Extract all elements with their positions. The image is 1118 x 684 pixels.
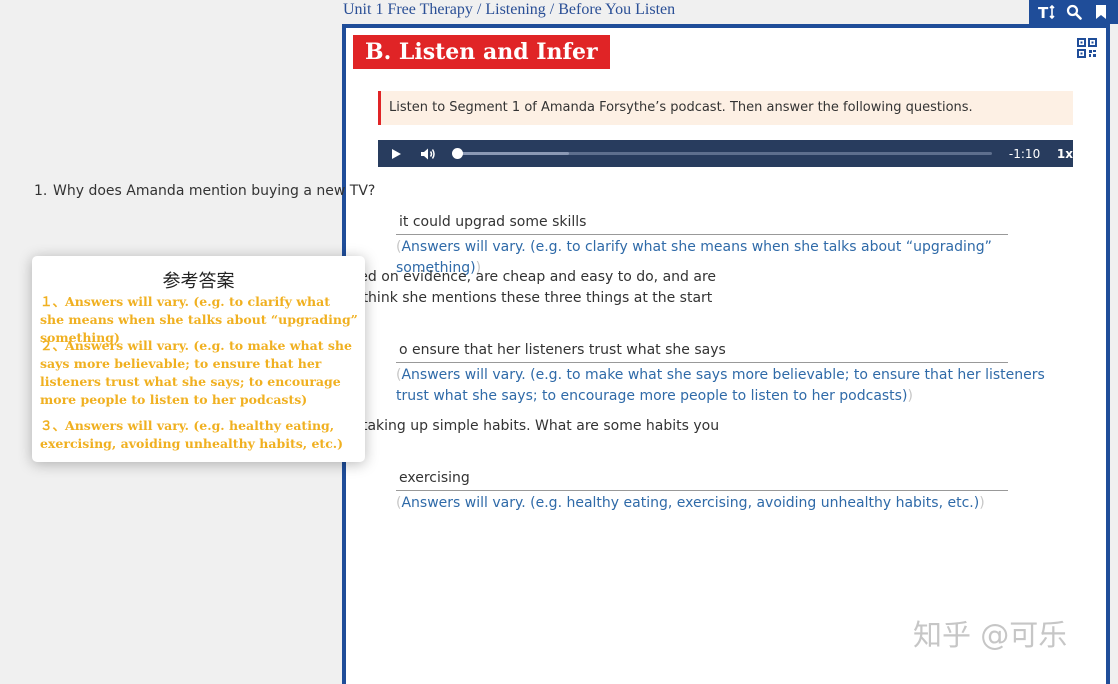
volume-icon[interactable] <box>420 147 436 161</box>
question-number: 1. <box>34 183 48 199</box>
breadcrumb-unit[interactable]: Unit 1 Free Therapy <box>343 1 473 18</box>
watermark: 知乎 @可乐 <box>913 618 1068 652</box>
toolbar: T <box>1029 0 1118 24</box>
reference-answer-2: (Answers will vary. (e.g. to make what s… <box>396 367 1045 404</box>
popup-answer-item: ３、Answers will vary. (e.g. healthy eatin… <box>40 418 344 451</box>
breadcrumb: Unit 1 Free Therapy / Listening / Before… <box>343 0 675 24</box>
svg-text:T: T <box>1038 4 1049 20</box>
answer-field-2[interactable]: o ensure that her listeners trust what s… <box>396 337 1008 363</box>
answer-field-3[interactable]: exercising <box>396 465 1008 491</box>
bookmark-icon[interactable] <box>1091 2 1111 22</box>
audio-player: -1:10 1x <box>378 140 1073 167</box>
breadcrumb-page: Before You Listen <box>558 1 676 18</box>
search-icon[interactable] <box>1064 2 1084 22</box>
question-text: Why does Amanda mention buying a new TV? <box>53 183 376 199</box>
reference-answers-popup: 参考答案 １、Answers will vary. (e.g. to clari… <box>32 256 365 462</box>
instruction-box: Listen to Segment 1 of Amanda Forsythe’s… <box>378 91 1073 125</box>
breadcrumb-separator: / <box>545 1 559 18</box>
text-size-icon[interactable]: T <box>1037 2 1057 22</box>
breadcrumb-section[interactable]: Listening <box>485 1 545 18</box>
play-icon[interactable] <box>390 148 402 160</box>
audio-buffered-bar <box>456 152 569 155</box>
audio-progress-handle[interactable] <box>452 148 463 159</box>
reference-answer-3: (Answers will vary. (e.g. healthy eating… <box>396 495 985 511</box>
answer-field-1[interactable]: it could upgrad some skills <box>396 209 1008 235</box>
breadcrumb-separator: / <box>472 1 486 18</box>
qr-code-icon[interactable] <box>1077 38 1097 58</box>
popup-answer-item: ２、Answers will vary. (e.g. to make what … <box>40 338 352 407</box>
audio-progress-bar[interactable] <box>452 148 992 159</box>
popup-title: 参考答案 <box>162 271 235 292</box>
playback-speed-button[interactable]: 1x <box>1057 147 1073 161</box>
section-title: B. Listen and Infer <box>353 35 610 69</box>
time-remaining: -1:10 <box>1008 146 1041 161</box>
